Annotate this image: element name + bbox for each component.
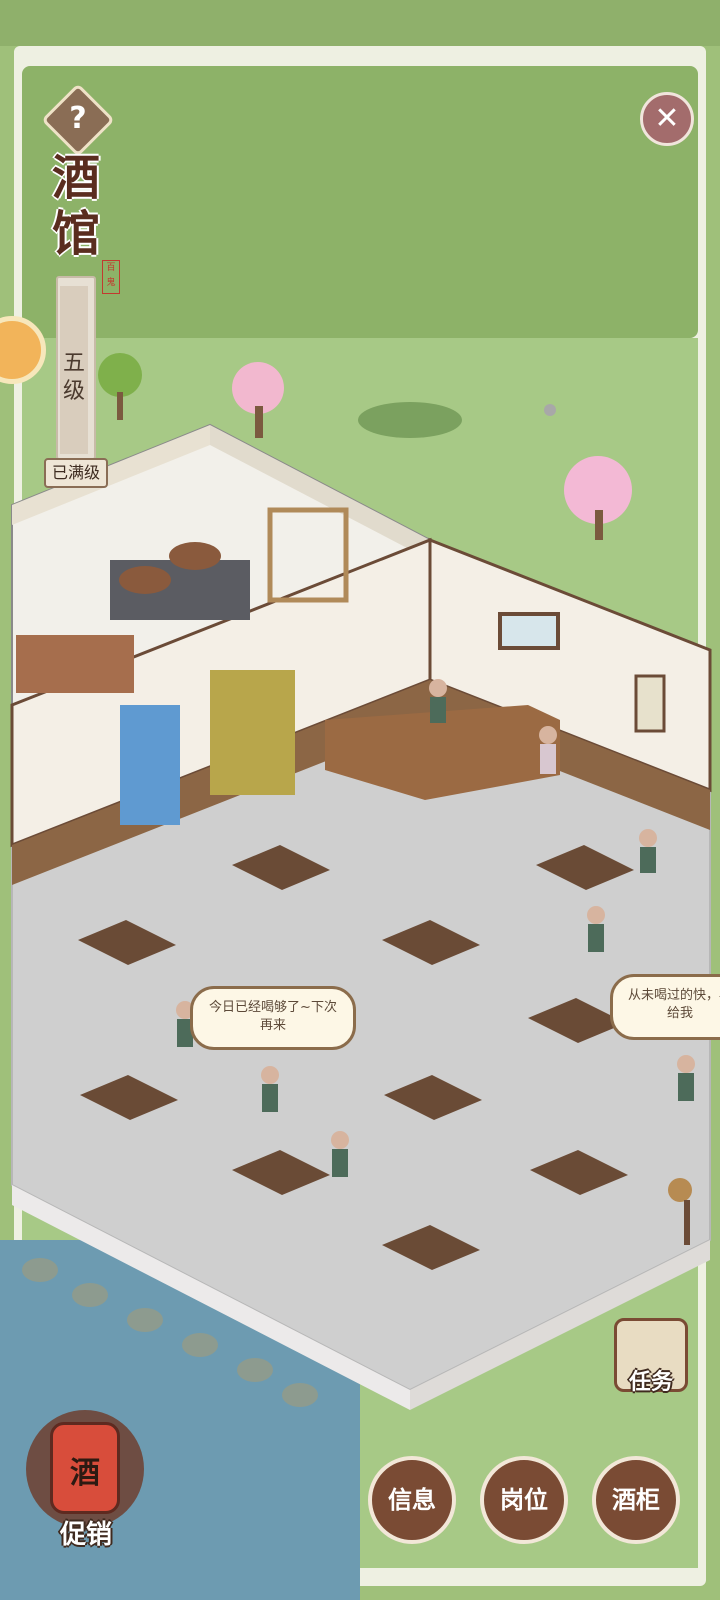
guest-body [588, 924, 604, 952]
curtain-door [120, 705, 180, 825]
help-icon: ? [69, 101, 87, 136]
seal-stamp: 百鬼 [102, 260, 120, 294]
steamer-1 [119, 566, 171, 594]
info-button[interactable]: 信息 [368, 1456, 456, 1544]
kitchen-table [16, 635, 134, 693]
guest [639, 829, 657, 847]
guest-body [262, 1084, 278, 1112]
rock [544, 404, 556, 416]
wine-jar-char: 酒 [70, 1456, 100, 1491]
guest-body [332, 1149, 348, 1177]
level-text: 五级 [62, 351, 85, 404]
guest-body [430, 697, 446, 723]
wine-shelf [210, 670, 295, 795]
lantern [668, 1178, 692, 1202]
max-level-badge: 已满级 [44, 458, 108, 488]
guest [261, 1066, 279, 1084]
hanging-scroll [634, 674, 666, 733]
speech-bubble-right: 从未喝过的快，再给我 [610, 974, 720, 1040]
willow-tree [98, 353, 142, 397]
mission-label[interactable]: 任务 [614, 1364, 688, 1396]
guest-body [678, 1073, 694, 1101]
tavern-scene [10, 353, 712, 1410]
guest [677, 1055, 695, 1073]
guest [429, 679, 447, 697]
flower-bush [358, 402, 462, 438]
title-char-2: 馆 [51, 206, 100, 262]
guest [539, 726, 557, 744]
guest-body [540, 744, 556, 774]
speech-bubble-left: 今日已经喝够了~下次再来 [190, 986, 356, 1050]
close-button[interactable]: ✕ [640, 92, 694, 146]
guest [587, 906, 605, 924]
guest-body [640, 847, 656, 873]
steamer-2 [169, 542, 221, 570]
wall-painting [498, 612, 560, 650]
game-stage: ? 酒 馆 百鬼 五级 已满级 ✕ 今日已经喝够了~下次再来 从未喝过的快，再给… [0, 0, 720, 1600]
position-button[interactable]: 岗位 [480, 1456, 568, 1544]
title-char-1: 酒 [51, 150, 100, 206]
guest [331, 1131, 349, 1149]
cabinet-button[interactable]: 酒柜 [592, 1456, 680, 1544]
promo-label[interactable]: 促销 [46, 1514, 126, 1551]
